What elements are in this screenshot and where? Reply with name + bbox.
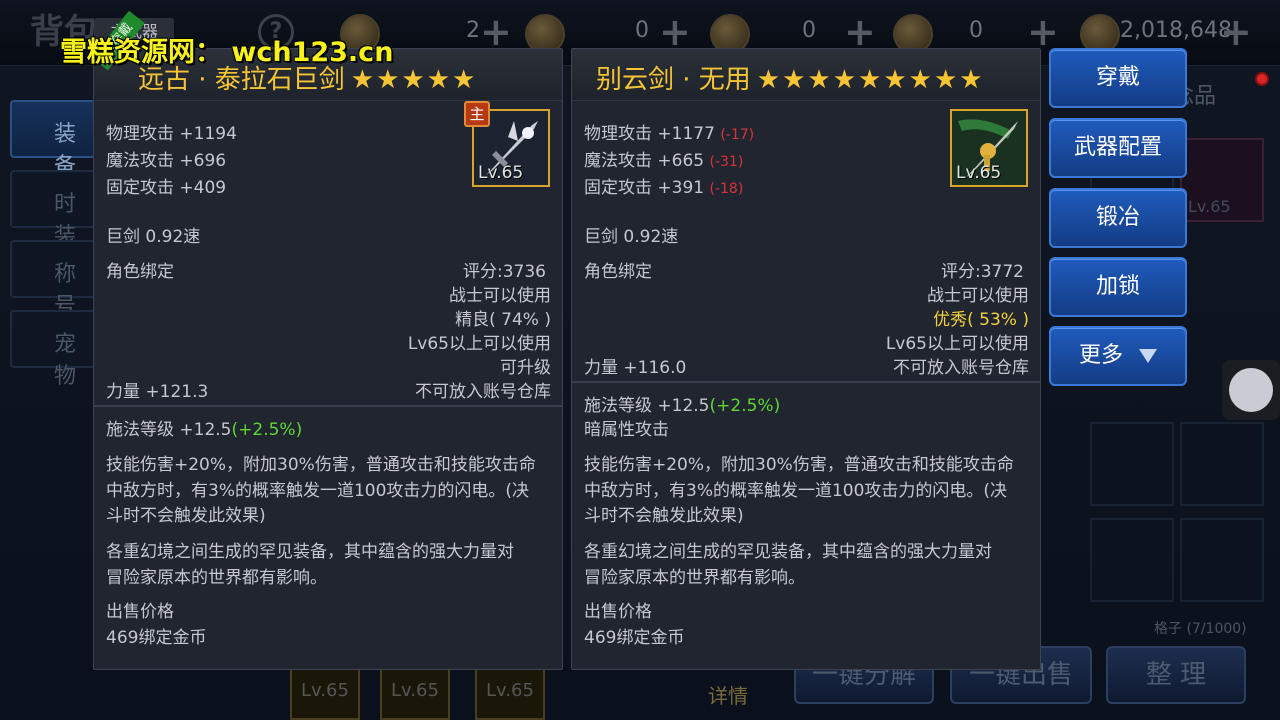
storage-restriction: 不可放入账号仓库 [415,382,551,402]
tab-title[interactable]: 称号 [10,240,96,319]
watermark: 雪糕资源网： wch123.cn [60,37,394,68]
rarity-stars: ★★★★★★★★★ [756,65,985,95]
skill-effect-line: 中敌方时，有3%的概率触发一道100攻击力的闪电。(决 [106,481,530,501]
stat-fixed-attack: 固定攻击 +391 (-18) [584,173,743,198]
item-score: 评分:3736 [463,262,546,282]
item-description-line: 冒险家原本的世界都有影响。 [584,568,805,588]
add-resource-button[interactable]: + [844,12,876,52]
tab-fashion[interactable]: 时装 [10,170,96,249]
tab-equipment[interactable]: 装备 [10,100,96,179]
main-weapon-badge: 主 [464,101,490,127]
sell-price-label: 出售价格 [584,602,652,622]
weapon-type: 巨剑 0.92速 [106,227,201,247]
card-header: 别云剑 · 无用 ★★★★★★★★★ [572,49,1040,101]
item-icon: Lv.65 [950,109,1028,187]
compare-item-card: 别云剑 · 无用 ★★★★★★★★★ Lv.65 物理攻击 +1177 (-17)… [571,48,1041,670]
cast-level: 施法等级 +12.5(+2.5%) [106,415,302,440]
stat-magic-attack: 魔法攻击 +665 (-31) [584,146,743,171]
cast-level-bonus: (+2.5%) [709,396,781,416]
item-quality: 优秀( 53% ) [933,310,1029,330]
resource-value: 0 [802,18,816,43]
grid-counter: 格子 (7/1000) [1154,621,1247,637]
item-level: Lv.65 [478,163,524,183]
inventory-slot[interactable] [1180,518,1264,602]
inventory-slot[interactable]: Lv.65 [1180,138,1264,222]
divider [572,381,1040,383]
tab-pet[interactable]: 宠物 [10,310,96,389]
slot-level: Lv.65 [1188,197,1231,216]
stat-diff: (-31) [709,154,744,170]
skill-effect-line: 技能伤害+20%，附加30%伤害，普通攻击和技能攻击命 [584,455,1014,475]
add-resource-button[interactable]: + [1027,12,1059,52]
circle-icon [1229,368,1273,412]
item-name-text: 远古 · 泰拉石巨剑 [138,65,345,95]
cast-level-bonus: (+2.5%) [231,420,303,440]
equipped-item-card: 远古 · 泰拉石巨剑 ★★★★★ Lv.65 主 物理攻击 +1194 魔法攻击 … [93,48,563,670]
item-description-line: 各重幻境之间生成的罕见装备，其中蕴含的强大力量对 [584,542,992,562]
bind-status: 角色绑定 [106,262,174,282]
inventory-slot[interactable] [1180,422,1264,506]
divider [94,405,562,407]
inventory-slot[interactable] [1090,422,1174,506]
upgradable: 可升级 [500,358,551,378]
item-level: Lv.65 [956,163,1002,183]
wear-button[interactable]: 穿戴 [1049,48,1187,108]
skill-effect-line: 中敌方时，有3%的概率触发一道100攻击力的闪电。(决 [584,481,1008,501]
lock-button[interactable]: 加锁 [1049,257,1187,317]
item-description-line: 冒险家原本的世界都有影响。 [106,568,327,588]
stat-value: 魔法攻击 +665 [584,151,705,171]
weapon-config-button[interactable]: 武器配置 [1049,118,1187,178]
sort-button[interactable]: 整 理 [1106,646,1246,704]
skill-effect-line: 斗时不会触发此效果) [584,506,744,526]
item-quality: 精良( 74% ) [455,310,551,330]
detail-label[interactable]: 详情 [708,680,748,709]
inventory-slot[interactable] [1090,518,1174,602]
level-requirement: Lv65以上可以使用 [407,334,551,354]
bind-status: 角色绑定 [584,262,652,282]
rarity-stars: ★★★★★ [350,65,478,95]
dropdown-triangle-icon [1139,349,1157,363]
forge-button[interactable]: 锻冶 [1049,188,1187,248]
notification-dot [1255,72,1269,86]
more-label: 更多 [1078,343,1123,368]
floating-assistive-button[interactable] [1222,360,1280,420]
item-name: 别云剑 · 无用 ★★★★★★★★★ [596,59,985,96]
cast-level-value: 施法等级 +12.5 [584,396,710,416]
skill-effect-line: 技能伤害+20%，附加30%伤害，普通攻击和技能攻击命 [106,455,536,475]
sell-price-label: 出售价格 [106,602,174,622]
level-requirement: Lv65以上可以使用 [885,334,1029,354]
stat-value: 物理攻击 +1177 [584,124,715,144]
item-score: 评分:3772 [941,262,1024,282]
class-requirement: 战士可以使用 [927,286,1029,306]
sell-price: 469绑定金币 [106,628,207,648]
cast-level: 施法等级 +12.5(+2.5%) [584,391,780,416]
item-description-line: 各重幻境之间生成的罕见装备，其中蕴含的强大力量对 [106,542,514,562]
storage-restriction: 不可放入账号仓库 [893,358,1029,378]
sell-price: 469绑定金币 [584,628,685,648]
more-button[interactable]: 更多 [1049,326,1187,386]
stat-diff: (-18) [709,181,744,197]
add-gold-button[interactable]: + [1220,12,1252,52]
stat-diff: (-17) [720,127,755,143]
element-attack: 暗属性攻击 [584,420,669,440]
item-name-text: 别云剑 · 无用 [596,65,751,95]
stat-magic-attack: 魔法攻击 +696 [106,151,227,171]
resource-value: 0 [635,18,649,43]
add-resource-button[interactable]: + [480,12,512,52]
gold-value: 2,018,648 [1120,18,1232,43]
stat-physical-attack: 物理攻击 +1194 [106,124,237,144]
weapon-type: 巨剑 0.92速 [584,227,679,247]
cast-level-value: 施法等级 +12.5 [106,420,232,440]
class-requirement: 战士可以使用 [449,286,551,306]
skill-effect-line: 斗时不会触发此效果) [106,506,266,526]
resource-value: 2 [466,18,480,43]
stat-fixed-attack: 固定攻击 +409 [106,178,227,198]
resource-value: 0 [969,18,983,43]
stat-strength: 力量 +121.3 [106,382,209,402]
add-resource-button[interactable]: + [659,12,691,52]
stat-physical-attack: 物理攻击 +1177 (-17) [584,119,754,144]
stat-strength: 力量 +116.0 [584,358,687,378]
stat-value: 固定攻击 +391 [584,178,705,198]
